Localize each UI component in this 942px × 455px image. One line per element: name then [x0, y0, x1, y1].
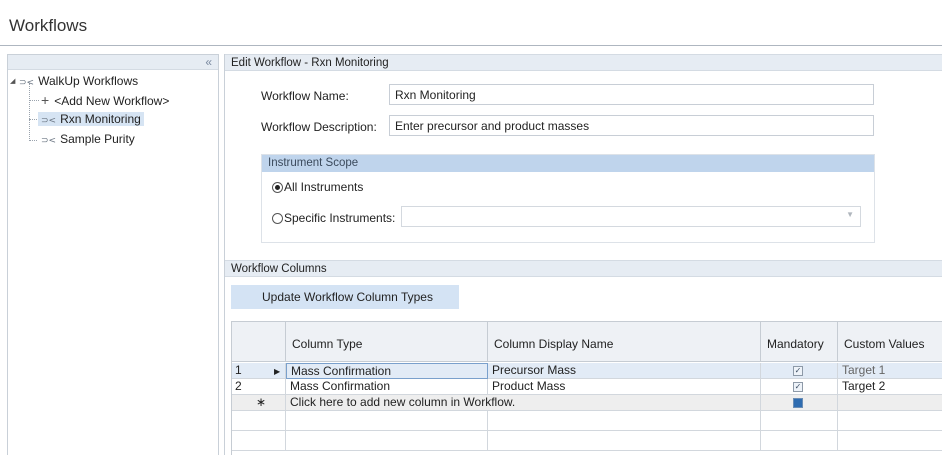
row-number: 2 — [235, 379, 242, 393]
workflow-icon: ⊃< — [41, 116, 57, 126]
tree-expand-icon[interactable]: ◢ — [10, 73, 15, 91]
column-header-display-name[interactable]: Column Display Name — [488, 321, 761, 362]
workflow-name-input[interactable]: Rxn Monitoring — [389, 84, 874, 105]
app-title-bar: Workflows — [0, 0, 942, 46]
instrument-scope-title: Instrument Scope — [268, 157, 359, 169]
display-name-cell[interactable]: Precursor Mass — [488, 363, 761, 379]
column-header-label: Column Display Name — [494, 337, 614, 351]
column-header-label: Column Type — [292, 337, 363, 351]
tree-connector — [29, 119, 37, 120]
new-row[interactable]: ∗ Click here to add new column in Workfl… — [232, 395, 942, 411]
empty-cell — [232, 431, 286, 451]
column-header-mandatory[interactable]: Mandatory — [761, 321, 838, 362]
column-type-cell[interactable]: Mass Confirmation — [286, 363, 488, 379]
new-row-icon: ∗ — [256, 395, 267, 409]
mandatory-checkbox[interactable]: ✓ — [793, 382, 803, 392]
new-row-prompt[interactable]: Click here to add new column in Workflow… — [286, 395, 761, 411]
workflow-icon: ⊃< — [41, 136, 57, 146]
mandatory-checkbox[interactable]: ✓ — [793, 366, 803, 376]
all-instruments-radio[interactable] — [272, 182, 283, 193]
all-instruments-label[interactable]: All Instruments — [284, 180, 363, 194]
specific-instruments-select[interactable]: ▼ — [401, 206, 861, 227]
empty-cell — [838, 431, 942, 451]
tree-node-label: WalkUp Workflows — [38, 74, 139, 88]
empty-cell — [488, 431, 761, 451]
empty-cell — [286, 411, 488, 431]
workflow-icon: ⊃< — [19, 78, 35, 88]
tree-item-label: Rxn Monitoring — [60, 112, 141, 126]
mandatory-cell[interactable] — [761, 395, 838, 411]
empty-cell — [232, 411, 286, 431]
custom-values-cell[interactable] — [838, 395, 942, 411]
tree-item-add-new-workflow[interactable]: + <Add New Workflow> — [41, 91, 169, 109]
mandatory-cell[interactable]: ✓ — [761, 379, 838, 395]
column-header-label: Mandatory — [767, 337, 824, 351]
workflow-description-input[interactable]: Enter precursor and product masses — [389, 115, 874, 136]
empty-row — [232, 431, 942, 451]
tree-connector — [29, 100, 39, 101]
empty-cell — [488, 411, 761, 431]
row-header-cell[interactable]: 1 ▶ — [232, 363, 286, 379]
row-header-cell[interactable]: ∗ — [232, 395, 286, 411]
empty-cell — [286, 431, 488, 451]
table-row[interactable]: 2 Mass Confirmation Product Mass ✓ Targe… — [232, 379, 942, 395]
instrument-scope-header: Instrument Scope — [262, 155, 874, 172]
column-header-column-type[interactable]: Column Type — [286, 321, 488, 362]
row-header-cell[interactable]: 2 — [232, 379, 286, 395]
row-number: 1 — [235, 363, 242, 377]
tree-pane-header: « — [8, 55, 218, 70]
custom-values-cell[interactable]: Target 2 — [838, 379, 942, 395]
custom-values-cell[interactable]: Target 1 — [838, 363, 942, 379]
page-title: Workflows — [9, 16, 88, 35]
plus-icon: + — [41, 92, 50, 108]
edit-workflow-header: Edit Workflow - Rxn Monitoring — [225, 54, 942, 71]
column-header-label: Custom Values — [844, 337, 925, 351]
workflow-tree-pane: « ◢ ⊃< WalkUp Workflows + <Add New Workflo… — [7, 54, 219, 455]
workflow-columns-header: Workflow Columns — [225, 260, 942, 277]
display-name-cell[interactable]: Product Mass — [488, 379, 761, 395]
workflow-columns-grid: Column Type Column Display Name Mandator… — [231, 321, 942, 455]
specific-instruments-label[interactable]: Specific Instruments: — [284, 211, 395, 225]
mandatory-cell[interactable]: ✓ — [761, 363, 838, 379]
tree-item-sample-purity[interactable]: ⊃< Sample Purity — [41, 130, 135, 148]
edit-workflow-title: Edit Workflow - Rxn Monitoring — [231, 57, 389, 69]
column-type-cell[interactable]: Mass Confirmation — [286, 379, 488, 395]
empty-row — [232, 411, 942, 431]
tree-item-rxn-monitoring[interactable]: ⊃< Rxn Monitoring — [38, 110, 144, 128]
tree-item-label: <Add New Workflow> — [54, 94, 170, 108]
tree-item-label: Sample Purity — [60, 132, 135, 146]
column-header-custom-values[interactable]: Custom Values — [838, 321, 942, 362]
update-column-types-button[interactable]: Update Workflow Column Types — [231, 285, 459, 309]
empty-cell — [838, 411, 942, 431]
empty-cell — [761, 431, 838, 451]
chevron-down-icon[interactable]: ▼ — [846, 210, 854, 219]
workflow-columns-title: Workflow Columns — [231, 263, 327, 275]
specific-instruments-radio[interactable] — [272, 213, 283, 224]
table-row[interactable]: 1 ▶ Mass Confirmation Precursor Mass ✓ T… — [232, 363, 942, 379]
grid-corner-header — [232, 321, 286, 362]
collapse-pane-icon[interactable]: « — [205, 55, 212, 69]
mandatory-checkbox[interactable] — [793, 398, 803, 408]
edit-workflow-pane: Edit Workflow - Rxn Monitoring Workflow … — [224, 54, 942, 455]
tree-item-selection: ⊃< Rxn Monitoring — [38, 112, 144, 126]
workflow-description-label: Workflow Description: — [261, 120, 377, 134]
current-row-icon: ▶ — [274, 367, 281, 376]
instrument-scope-group: Instrument Scope All Instruments Specifi… — [261, 154, 875, 243]
tree-connector — [29, 140, 37, 141]
workflow-name-label: Workflow Name: — [261, 89, 349, 103]
empty-cell — [761, 411, 838, 431]
